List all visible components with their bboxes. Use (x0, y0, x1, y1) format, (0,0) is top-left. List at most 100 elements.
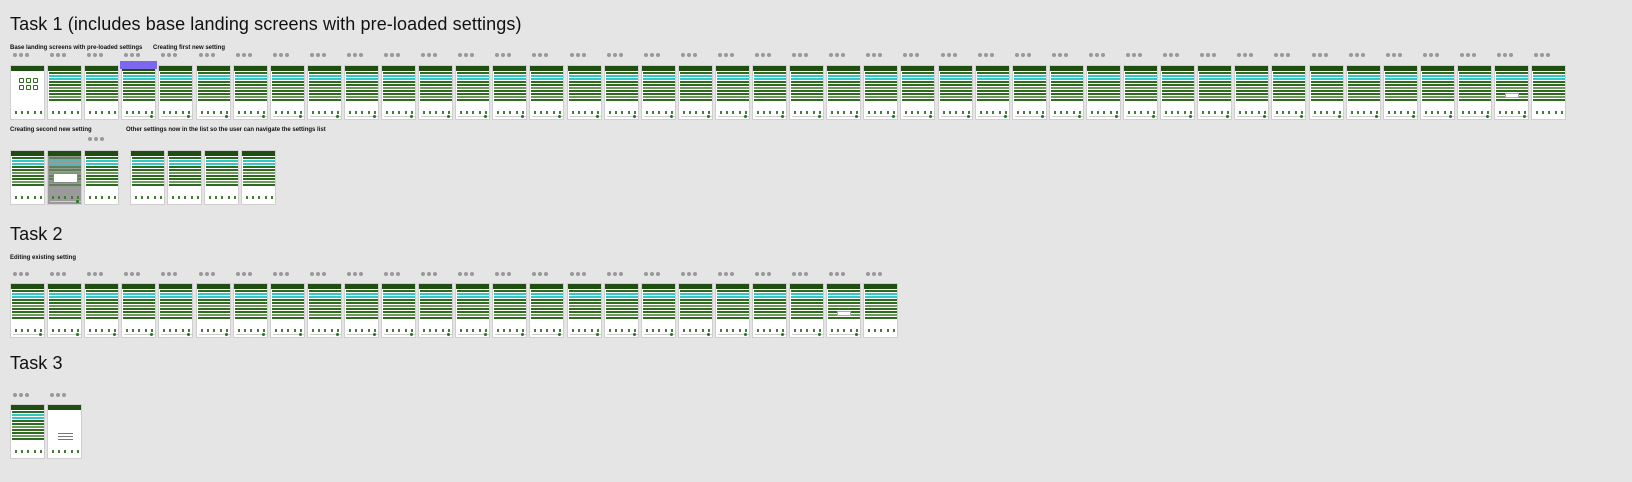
frame-thumbnail[interactable] (344, 65, 379, 120)
frame-thumbnail[interactable] (84, 65, 119, 120)
frame-thumbnail[interactable] (789, 283, 824, 338)
more-dots-icon[interactable] (384, 53, 400, 57)
more-dots-icon[interactable] (792, 53, 808, 57)
frame-thumbnail[interactable] (47, 65, 82, 120)
frame-thumbnail[interactable] (10, 65, 45, 120)
more-dots-icon[interactable] (310, 53, 326, 57)
more-dots-icon[interactable] (347, 272, 363, 276)
more-dots-icon[interactable] (50, 393, 66, 397)
frame-thumbnail[interactable] (604, 65, 639, 120)
more-dots-icon[interactable] (161, 272, 177, 276)
more-dots-icon[interactable] (13, 393, 29, 397)
more-dots-icon[interactable] (87, 272, 103, 276)
more-dots-icon[interactable] (273, 272, 289, 276)
frame-thumbnail[interactable] (938, 65, 973, 120)
more-dots-icon[interactable] (718, 53, 734, 57)
frame-thumbnail[interactable] (715, 65, 750, 120)
frame-thumbnail[interactable] (158, 283, 193, 338)
more-dots-icon[interactable] (199, 53, 215, 57)
frame-thumbnail[interactable] (1420, 65, 1455, 120)
frame-thumbnail[interactable] (270, 65, 305, 120)
more-dots-icon[interactable] (1349, 53, 1365, 57)
more-dots-icon[interactable] (13, 53, 29, 57)
frame-thumbnail[interactable] (270, 283, 305, 338)
more-dots-icon[interactable] (347, 53, 363, 57)
more-dots-icon[interactable] (1163, 53, 1179, 57)
frame-thumbnail[interactable] (863, 65, 898, 120)
more-dots-icon[interactable] (1497, 53, 1513, 57)
more-dots-icon[interactable] (792, 272, 808, 276)
more-dots-icon[interactable] (161, 53, 177, 57)
frame-thumbnail[interactable] (196, 283, 231, 338)
more-dots-icon[interactable] (718, 272, 734, 276)
frame-thumbnail[interactable] (121, 65, 156, 120)
frame-thumbnail[interactable] (715, 283, 750, 338)
more-dots-icon[interactable] (1089, 53, 1105, 57)
more-dots-icon[interactable] (1312, 53, 1328, 57)
more-dots-icon[interactable] (866, 53, 882, 57)
frame-thumbnail[interactable] (641, 283, 676, 338)
more-dots-icon[interactable] (1423, 53, 1439, 57)
more-dots-icon[interactable] (88, 137, 104, 141)
more-dots-icon[interactable] (236, 53, 252, 57)
more-dots-icon[interactable] (1274, 53, 1290, 57)
frame-thumbnail[interactable] (492, 283, 527, 338)
frame-thumbnail[interactable] (492, 65, 527, 120)
frame-thumbnail[interactable] (641, 65, 676, 120)
frame-thumbnail[interactable] (1160, 65, 1195, 120)
frame-thumbnail[interactable] (241, 150, 276, 205)
more-dots-icon[interactable] (1237, 53, 1253, 57)
frame-thumbnail[interactable] (418, 65, 453, 120)
more-dots-icon[interactable] (607, 272, 623, 276)
more-dots-icon[interactable] (644, 272, 660, 276)
more-dots-icon[interactable] (1534, 53, 1550, 57)
frame-thumbnail[interactable] (900, 65, 935, 120)
more-dots-icon[interactable] (755, 272, 771, 276)
frame-thumbnail[interactable] (455, 283, 490, 338)
frame-thumbnail[interactable] (1457, 65, 1492, 120)
frame-thumbnail[interactable] (158, 65, 193, 120)
frame-thumbnail[interactable] (233, 283, 268, 338)
frame-thumbnail[interactable] (307, 65, 342, 120)
frame-thumbnail[interactable] (10, 404, 45, 459)
more-dots-icon[interactable] (87, 53, 103, 57)
frame-thumbnail[interactable] (167, 150, 202, 205)
more-dots-icon[interactable] (829, 272, 845, 276)
more-dots-icon[interactable] (532, 53, 548, 57)
more-dots-icon[interactable] (903, 53, 919, 57)
frame-thumbnail[interactable] (678, 283, 713, 338)
frame-thumbnail[interactable] (529, 283, 564, 338)
more-dots-icon[interactable] (236, 272, 252, 276)
more-dots-icon[interactable] (532, 272, 548, 276)
frame-thumbnail[interactable] (604, 283, 639, 338)
frame-thumbnail[interactable] (678, 65, 713, 120)
more-dots-icon[interactable] (495, 272, 511, 276)
more-dots-icon[interactable] (755, 53, 771, 57)
frame-thumbnail[interactable] (1383, 65, 1418, 120)
more-dots-icon[interactable] (458, 53, 474, 57)
frame-thumbnail[interactable] (121, 283, 156, 338)
frame-thumbnail[interactable] (529, 65, 564, 120)
more-dots-icon[interactable] (570, 53, 586, 57)
more-dots-icon[interactable] (1052, 53, 1068, 57)
frame-thumbnail[interactable] (47, 283, 82, 338)
frame-thumbnail[interactable] (84, 150, 119, 205)
frame-thumbnail[interactable] (1012, 65, 1047, 120)
frame-thumbnail[interactable] (233, 65, 268, 120)
frame-thumbnail[interactable] (1234, 65, 1269, 120)
frame-thumbnail[interactable] (47, 404, 82, 459)
more-dots-icon[interactable] (1126, 53, 1142, 57)
more-dots-icon[interactable] (421, 53, 437, 57)
frame-thumbnail[interactable] (567, 283, 602, 338)
more-dots-icon[interactable] (50, 53, 66, 57)
frame-thumbnail[interactable] (196, 65, 231, 120)
more-dots-icon[interactable] (1460, 53, 1476, 57)
more-dots-icon[interactable] (124, 53, 140, 57)
more-dots-icon[interactable] (310, 272, 326, 276)
more-dots-icon[interactable] (1386, 53, 1402, 57)
more-dots-icon[interactable] (829, 53, 845, 57)
frame-thumbnail[interactable] (1049, 65, 1084, 120)
frame-thumbnail[interactable] (10, 283, 45, 338)
frame-thumbnail[interactable] (418, 283, 453, 338)
more-dots-icon[interactable] (978, 53, 994, 57)
